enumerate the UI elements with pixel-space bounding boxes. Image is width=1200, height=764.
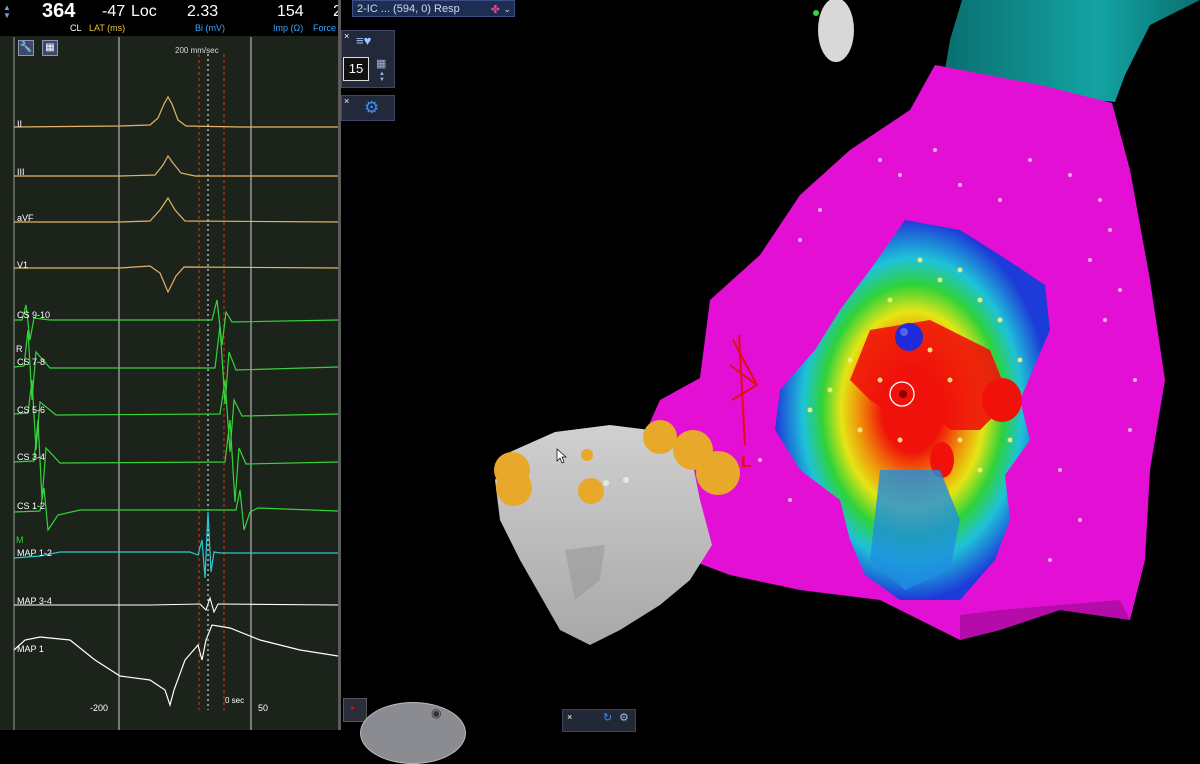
reference-marker-r: R [16,344,23,354]
map-color-icon: ✤ [490,4,500,16]
time-axis-zero: 0 sec [225,696,245,705]
catheter-tip-marker [895,323,923,351]
channel-label-cs-1-2: CS 1-2 [17,501,46,511]
channel-label-map-1: MAP 1 [17,644,44,654]
channel-label-cs-3-4: CS 3-4 [17,452,46,462]
ablation-tag [578,478,604,504]
channel-label-cs-9-10: CS 9-10 [17,310,51,320]
close-icon[interactable]: × [344,96,349,106]
view-orientation-dial[interactable]: ◉ [360,702,466,764]
mapping-marker-m: M [16,535,24,545]
trace-ii [13,95,338,128]
scroll-arrows-icon[interactable]: ▲ ▼ [379,71,385,83]
heart-list-icon[interactable]: ≡♥ [356,33,371,48]
orientation-icon[interactable]: ◔ [343,698,367,722]
map-selector-dropdown[interactable]: 2-IC ... (594, 0) Resp ✤ ⌄ [352,0,515,17]
map-tool-panel-1: × ≡♥ 15 ▦ ▲ ▼ [341,30,395,88]
ablation-tag [643,420,677,454]
trace-avf [14,196,339,223]
trace-iii [14,154,338,177]
channel-label-map-3-4: MAP 3-4 [17,596,52,606]
trace-cs-3-4 [13,419,339,503]
channel-label-v1: V1 [17,260,29,270]
trace-v1 [14,265,339,294]
map-3d-view[interactable]: L [341,0,1200,730]
ablation-tag [496,470,532,506]
channel-label-cs-5-6: CS 5-6 [17,405,46,415]
ecg-traces [13,37,339,730]
trace-map-1-2 [13,511,338,579]
chevron-down-icon: ⌄ [503,4,511,14]
trace-map-3-4 [14,596,339,614]
refresh-icon[interactable]: ↻ [603,711,612,724]
map-title-text: 2-IC ... (594, 0) Resp [357,3,460,15]
gear-icon[interactable]: ⚙ [364,98,379,118]
trace-cs-1-2 [13,487,339,532]
channel-label-ii: II [17,119,23,129]
trace-cs-5-6 [13,379,339,453]
electroanatomic-map[interactable] [341,0,1200,730]
reference-object [818,0,854,62]
settings-small-icon[interactable]: ⚙ [619,711,629,724]
trace-cs-9-10 [14,299,339,346]
grid-icon[interactable]: ▦ [376,57,386,70]
channel-label-map-1-2: MAP 1-2 [17,548,52,558]
channel-label-iii: III [17,167,25,177]
trace-cs-7-8 [13,325,339,405]
channel-label-cs-7-8: CS 7-8 [17,357,46,367]
time-axis-minus: -200 [90,703,109,713]
channel-label-avf: aVF [17,213,34,223]
close-icon[interactable]: × [344,31,349,41]
close-icon[interactable]: × [567,712,572,722]
time-axis-plus: 50 [258,703,269,713]
ablation-tag [581,449,593,461]
ecg-panel: ▲ ▼ 364 CL -47 LAT (ms) Loc 2.33 Bi (mV) … [0,0,342,730]
rotate-icon[interactable]: ◉ [431,706,441,720]
annotation-letter: L [741,452,752,471]
bottom-toolbar: × ↻ ⚙ [562,709,636,732]
trace-map-1 [13,624,339,708]
map-tool-panel-2: × ⚙ [341,95,395,121]
ablation-tag [696,451,740,495]
point-count-box[interactable]: 15 [343,57,369,81]
